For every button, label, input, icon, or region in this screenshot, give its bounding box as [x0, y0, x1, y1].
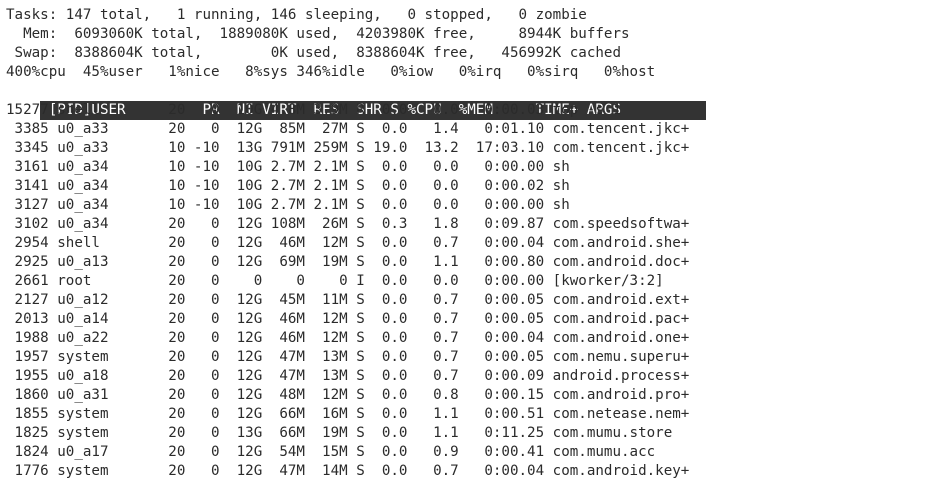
cpu-summary: 400%cpu 45%user 1%nice 8%sys 346%idle 0%… — [6, 64, 656, 80]
table-row: 2013 u0_a14 20 0 12G 46M 12M S 0.0 0.7 0… — [6, 311, 690, 327]
process-table: 15277 shell 20 0 10G 4.8M 3.9M R 0.0 0.0… — [6, 101, 706, 481]
table-row: 3102 u0_a34 20 0 12G 108M 26M S 0.3 1.8 … — [6, 216, 690, 232]
table-row: 3161 u0_a34 10 -10 10G 2.7M 2.1M S 0.0 0… — [6, 159, 570, 175]
table-row: 1776 system 20 0 12G 47M 14M S 0.0 0.7 0… — [6, 463, 690, 479]
table-row: 1957 system 20 0 12G 47M 13M S 0.0 0.7 0… — [6, 349, 690, 365]
table-row: 1825 system 20 0 13G 66M 19M S 0.0 1.1 0… — [6, 425, 673, 441]
table-row: 2127 u0_a12 20 0 12G 45M 11M S 0.0 0.7 0… — [6, 292, 690, 308]
table-row: 1855 system 20 0 12G 66M 16M S 0.0 1.1 0… — [6, 406, 690, 422]
table-row: 2954 shell 20 0 12G 46M 12M S 0.0 0.7 0:… — [6, 235, 690, 251]
table-row: 1824 u0_a17 20 0 12G 54M 15M S 0.0 0.9 0… — [6, 444, 656, 460]
table-row: 2661 root 20 0 0 0 0 I 0.0 0.0 0:00.00 [… — [6, 273, 664, 289]
table-row: 2925 u0_a13 20 0 12G 69M 19M S 0.0 1.1 0… — [6, 254, 690, 270]
table-row: 15277 shell 20 0 10G 4.8M 3.9M R 0.0 0.0… — [6, 102, 621, 118]
table-row: 1860 u0_a31 20 0 12G 48M 12M S 0.0 0.8 0… — [6, 387, 690, 403]
table-row: 3141 u0_a34 10 -10 10G 2.7M 2.1M S 0.0 0… — [6, 178, 570, 194]
table-row: 1988 u0_a22 20 0 12G 46M 12M S 0.0 0.7 0… — [6, 330, 690, 346]
table-row: 3345 u0_a33 10 -10 13G 791M 259M S 19.0 … — [6, 140, 690, 156]
tasks-summary: Tasks: 147 total, 1 running, 146 sleepin… — [6, 7, 587, 23]
process-table-header-row: [PID]USER PR NI VIRT RES SHR S %CPU %MEM… — [6, 82, 707, 120]
table-row: 3127 u0_a34 10 -10 10G 2.7M 2.1M S 0.0 0… — [6, 197, 570, 213]
table-row: 3385 u0_a33 20 0 12G 85M 27M S 0.0 1.4 0… — [6, 121, 690, 137]
mem-summary: Mem: 6093060K total, 1889080K used, 4203… — [6, 26, 630, 42]
swap-summary: Swap: 8388604K total, 0K used, 8388604K … — [6, 45, 621, 61]
terminal-top-output: Tasks: 147 total, 1 running, 146 sleepin… — [6, 6, 707, 481]
table-row: 1955 u0_a18 20 0 12G 47M 13M S 0.0 0.7 0… — [6, 368, 690, 384]
